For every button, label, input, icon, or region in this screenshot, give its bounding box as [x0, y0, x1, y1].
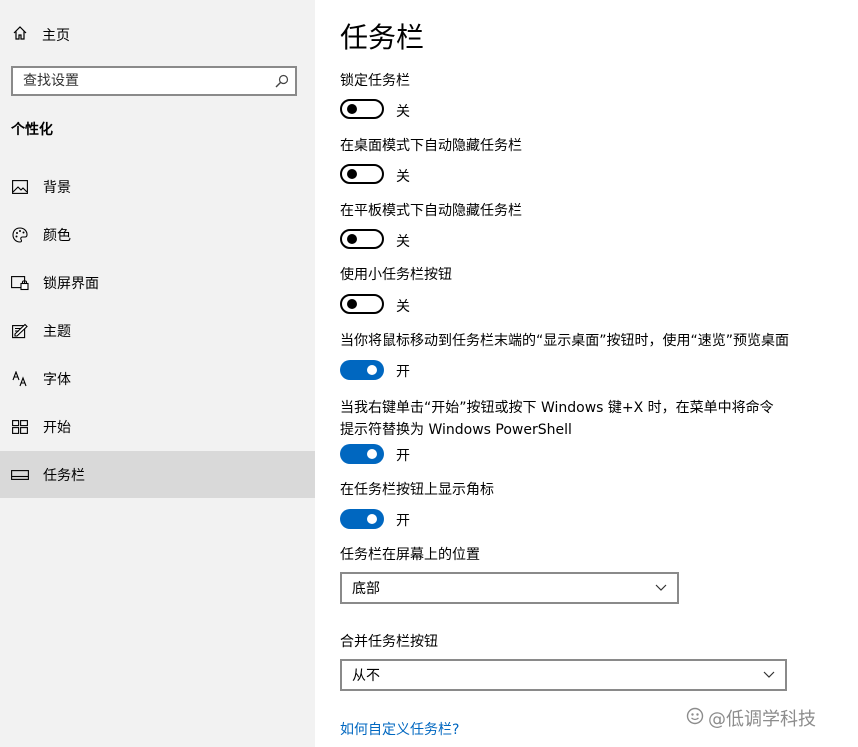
taskbar-icon: [11, 466, 29, 484]
toggle-state: 关: [396, 104, 410, 120]
setting-label: 在任务栏按钮上显示角标: [340, 482, 494, 498]
setting-label: 在平板模式下自动隐藏任务栏: [340, 203, 522, 219]
watermark-logo-icon: [686, 707, 704, 730]
font-icon: [11, 370, 29, 388]
toggle-state: 关: [396, 234, 410, 250]
auto-hide-desktop-toggle[interactable]: [340, 164, 384, 184]
search-box[interactable]: [11, 66, 297, 96]
sidebar-item-label: 背景: [43, 179, 71, 196]
setting-label: 锁定任务栏: [340, 73, 410, 89]
sidebar-item-taskbar[interactable]: 任务栏: [0, 451, 315, 498]
sidebar-item-label: 字体: [43, 371, 71, 388]
toggle-state: 关: [396, 299, 410, 315]
page-title: 任务栏: [340, 21, 425, 54]
toggle-knob: [367, 514, 377, 524]
small-buttons-toggle[interactable]: [340, 294, 384, 314]
home-link[interactable]: 主页: [12, 24, 70, 46]
auto-hide-tablet-toggle[interactable]: [340, 229, 384, 249]
main-content: 任务栏 锁定任务栏 关 在桌面模式下自动隐藏任务栏 关 在平板模式下自动隐藏任务…: [340, 0, 840, 747]
theme-icon: [11, 322, 29, 340]
sidebar-item-themes[interactable]: 主题: [0, 307, 315, 354]
sidebar-item-fonts[interactable]: 字体: [0, 355, 315, 402]
toggle-knob: [347, 234, 357, 244]
toggle-state: 开: [396, 513, 410, 529]
powershell-toggle[interactable]: [340, 444, 384, 464]
toggle-state: 开: [396, 364, 410, 380]
sidebar-item-label: 颜色: [43, 227, 71, 244]
watermark: @低调学科技: [686, 705, 816, 731]
combine-value: 从不: [352, 668, 380, 684]
lock-taskbar-toggle[interactable]: [340, 99, 384, 119]
sidebar-item-label: 主题: [43, 323, 71, 340]
position-value: 底部: [352, 581, 380, 597]
palette-icon: [11, 226, 29, 244]
setting-label: 当你将鼠标移动到任务栏末端的“显示桌面”按钮时，使用“速览”预览桌面: [340, 333, 790, 349]
sidebar-item-lock-screen[interactable]: 锁屏界面: [0, 259, 315, 306]
toggle-knob: [347, 104, 357, 114]
help-link[interactable]: 如何自定义任务栏?: [340, 719, 459, 739]
image-icon: [11, 178, 29, 196]
toggle-knob: [367, 365, 377, 375]
search-icon[interactable]: [269, 68, 295, 94]
position-label: 任务栏在屏幕上的位置: [340, 547, 480, 563]
sidebar-item-label: 任务栏: [43, 467, 85, 484]
lock-screen-icon: [11, 274, 29, 292]
toggle-knob: [347, 169, 357, 179]
sidebar-item-background[interactable]: 背景: [0, 163, 315, 210]
sidebar-item-label: 锁屏界面: [43, 275, 99, 292]
peek-desktop-toggle[interactable]: [340, 360, 384, 380]
setting-label: 使用小任务栏按钮: [340, 267, 452, 283]
position-select[interactable]: 底部: [340, 572, 679, 604]
toggle-state: 开: [396, 448, 410, 464]
chevron-down-icon: [655, 580, 667, 596]
sidebar-item-label: 开始: [43, 419, 71, 436]
chevron-down-icon: [763, 667, 775, 683]
search-input[interactable]: [13, 68, 269, 94]
watermark-text: @低调学科技: [708, 709, 816, 730]
badges-toggle[interactable]: [340, 509, 384, 529]
start-icon: [11, 418, 29, 436]
combine-select[interactable]: 从不: [340, 659, 787, 691]
toggle-knob: [367, 449, 377, 459]
home-label: 主页: [42, 28, 70, 44]
toggle-knob: [347, 299, 357, 309]
sidebar-item-start[interactable]: 开始: [0, 403, 315, 450]
toggle-state: 关: [396, 169, 410, 185]
section-title: 个性化: [11, 122, 53, 138]
sidebar-item-colors[interactable]: 颜色: [0, 211, 315, 258]
setting-label: 当我右键单击“开始”按钮或按下 Windows 键+X 时，在菜单中将命令提示符…: [340, 400, 774, 438]
sidebar: 主页 个性化 背景 颜色 锁屏界面 主题 字体: [0, 0, 315, 747]
home-icon: [12, 25, 28, 45]
setting-label: 在桌面模式下自动隐藏任务栏: [340, 138, 522, 154]
combine-label: 合并任务栏按钮: [340, 634, 438, 650]
